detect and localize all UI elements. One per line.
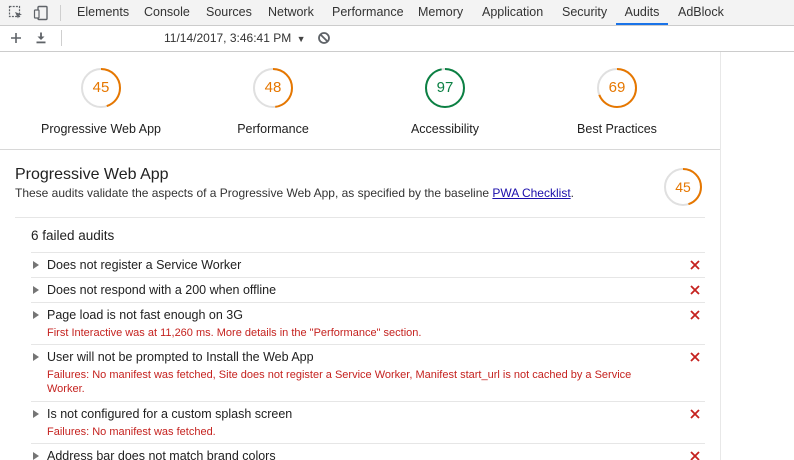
expand-arrow-icon[interactable] (33, 261, 39, 269)
category-description-text: These audits validate the aspects of a P… (15, 186, 490, 200)
category-title: Progressive Web App (15, 166, 169, 183)
fail-x-icon (690, 352, 700, 362)
audits-toolbar: 11/14/2017, 3:46:41 PM ▼ (0, 26, 794, 52)
report-date-text: 11/14/2017, 3:46:41 PM (164, 31, 292, 45)
audit-row[interactable]: Does not register a Service Worker (31, 252, 705, 277)
audit-row[interactable]: Is not configured for a custom splash sc… (31, 401, 705, 443)
audit-row[interactable]: User will not be prompted to Install the… (31, 344, 705, 401)
failed-audits-heading[interactable]: 6 failed audits (31, 228, 114, 243)
category-score-gauge: 45 (662, 166, 704, 208)
audit-title: Address bar does not match brand colors (47, 449, 276, 460)
tab-network[interactable]: Network (268, 0, 314, 25)
gauge-score: 97 (436, 79, 454, 96)
device-toolbar-icon[interactable] (33, 5, 49, 21)
audit-title: Is not configured for a custom splash sc… (47, 407, 293, 421)
report-right-border (720, 52, 721, 460)
expand-arrow-icon[interactable] (33, 353, 39, 361)
plus-icon[interactable] (9, 31, 23, 45)
gauge-pwa[interactable]: 45 Progressive Web App (15, 66, 187, 136)
tab-console[interactable]: Console (144, 0, 190, 25)
tab-memory[interactable]: Memory (418, 0, 463, 25)
tab-sources[interactable]: Sources (206, 0, 252, 25)
expand-arrow-icon[interactable] (33, 311, 39, 319)
gauge-score: 69 (608, 79, 626, 96)
audit-row[interactable]: Page load is not fast enough on 3G First… (31, 302, 705, 344)
gauge-accessibility[interactable]: 97 Accessibility (359, 66, 531, 136)
audit-title: User will not be prompted to Install the… (47, 350, 314, 364)
gauge-label: Accessibility (410, 122, 480, 136)
inspect-element-icon[interactable] (8, 5, 24, 21)
audit-title: Does not respond with a 200 when offline (47, 283, 277, 297)
fail-x-icon (690, 451, 700, 460)
tab-application[interactable]: Application (482, 0, 543, 25)
audit-title: Page load is not fast enough on 3G (47, 308, 243, 322)
audit-help-text: Failures: No manifest was fetched, Site … (47, 369, 632, 395)
gauge-label: Best Practices (577, 122, 657, 136)
audit-report: 45 Progressive Web App 48 Performance 97… (0, 52, 720, 460)
audit-help-text: Failures: No manifest was fetched. (47, 426, 216, 438)
fail-x-icon (690, 409, 700, 419)
section-divider (15, 217, 705, 218)
tab-performance[interactable]: Performance (332, 0, 404, 25)
expand-arrow-icon[interactable] (33, 452, 39, 460)
audit-help-text: First Interactive was at 11,260 ms. More… (47, 327, 422, 339)
tab-elements[interactable]: Elements (77, 0, 129, 25)
expand-arrow-icon[interactable] (33, 286, 39, 294)
fail-x-icon (690, 260, 700, 270)
tab-security[interactable]: Security (562, 0, 607, 25)
gauge-best-practices[interactable]: 69 Best Practices (531, 66, 703, 136)
audit-row[interactable]: Does not respond with a 200 when offline (31, 277, 705, 302)
caret-down-icon: ▼ (296, 34, 306, 44)
report-selector[interactable]: 11/14/2017, 3:46:41 PM ▼ (164, 26, 305, 51)
category-score: 45 (675, 179, 691, 195)
gauge-performance[interactable]: 48 Performance (187, 66, 359, 136)
category-description-end: . (570, 186, 574, 200)
block-icon[interactable] (317, 31, 331, 45)
audit-row[interactable]: Address bar does not match brand colors (31, 443, 705, 460)
summary-divider (0, 149, 720, 150)
toolbar-divider (61, 30, 62, 46)
devtools-tab-bar: Elements Console Sources Network Perform… (0, 0, 794, 26)
expand-arrow-icon[interactable] (33, 410, 39, 418)
tab-adblock[interactable]: AdBlock (678, 0, 724, 25)
gauge-label: Progressive Web App (41, 122, 161, 136)
gauge-score: 48 (264, 79, 282, 96)
category-description: These audits validate the aspects of a P… (15, 186, 574, 200)
pwa-checklist-link[interactable]: PWA Checklist (492, 186, 570, 200)
download-icon[interactable] (34, 31, 48, 45)
audit-title: Does not register a Service Worker (47, 258, 242, 272)
tab-bar-divider (60, 5, 61, 21)
tab-audits[interactable]: Audits (616, 0, 668, 25)
gauge-label: Performance (237, 122, 309, 136)
gauge-score: 45 (92, 79, 110, 96)
fail-x-icon (690, 285, 700, 295)
fail-x-icon (690, 310, 700, 320)
